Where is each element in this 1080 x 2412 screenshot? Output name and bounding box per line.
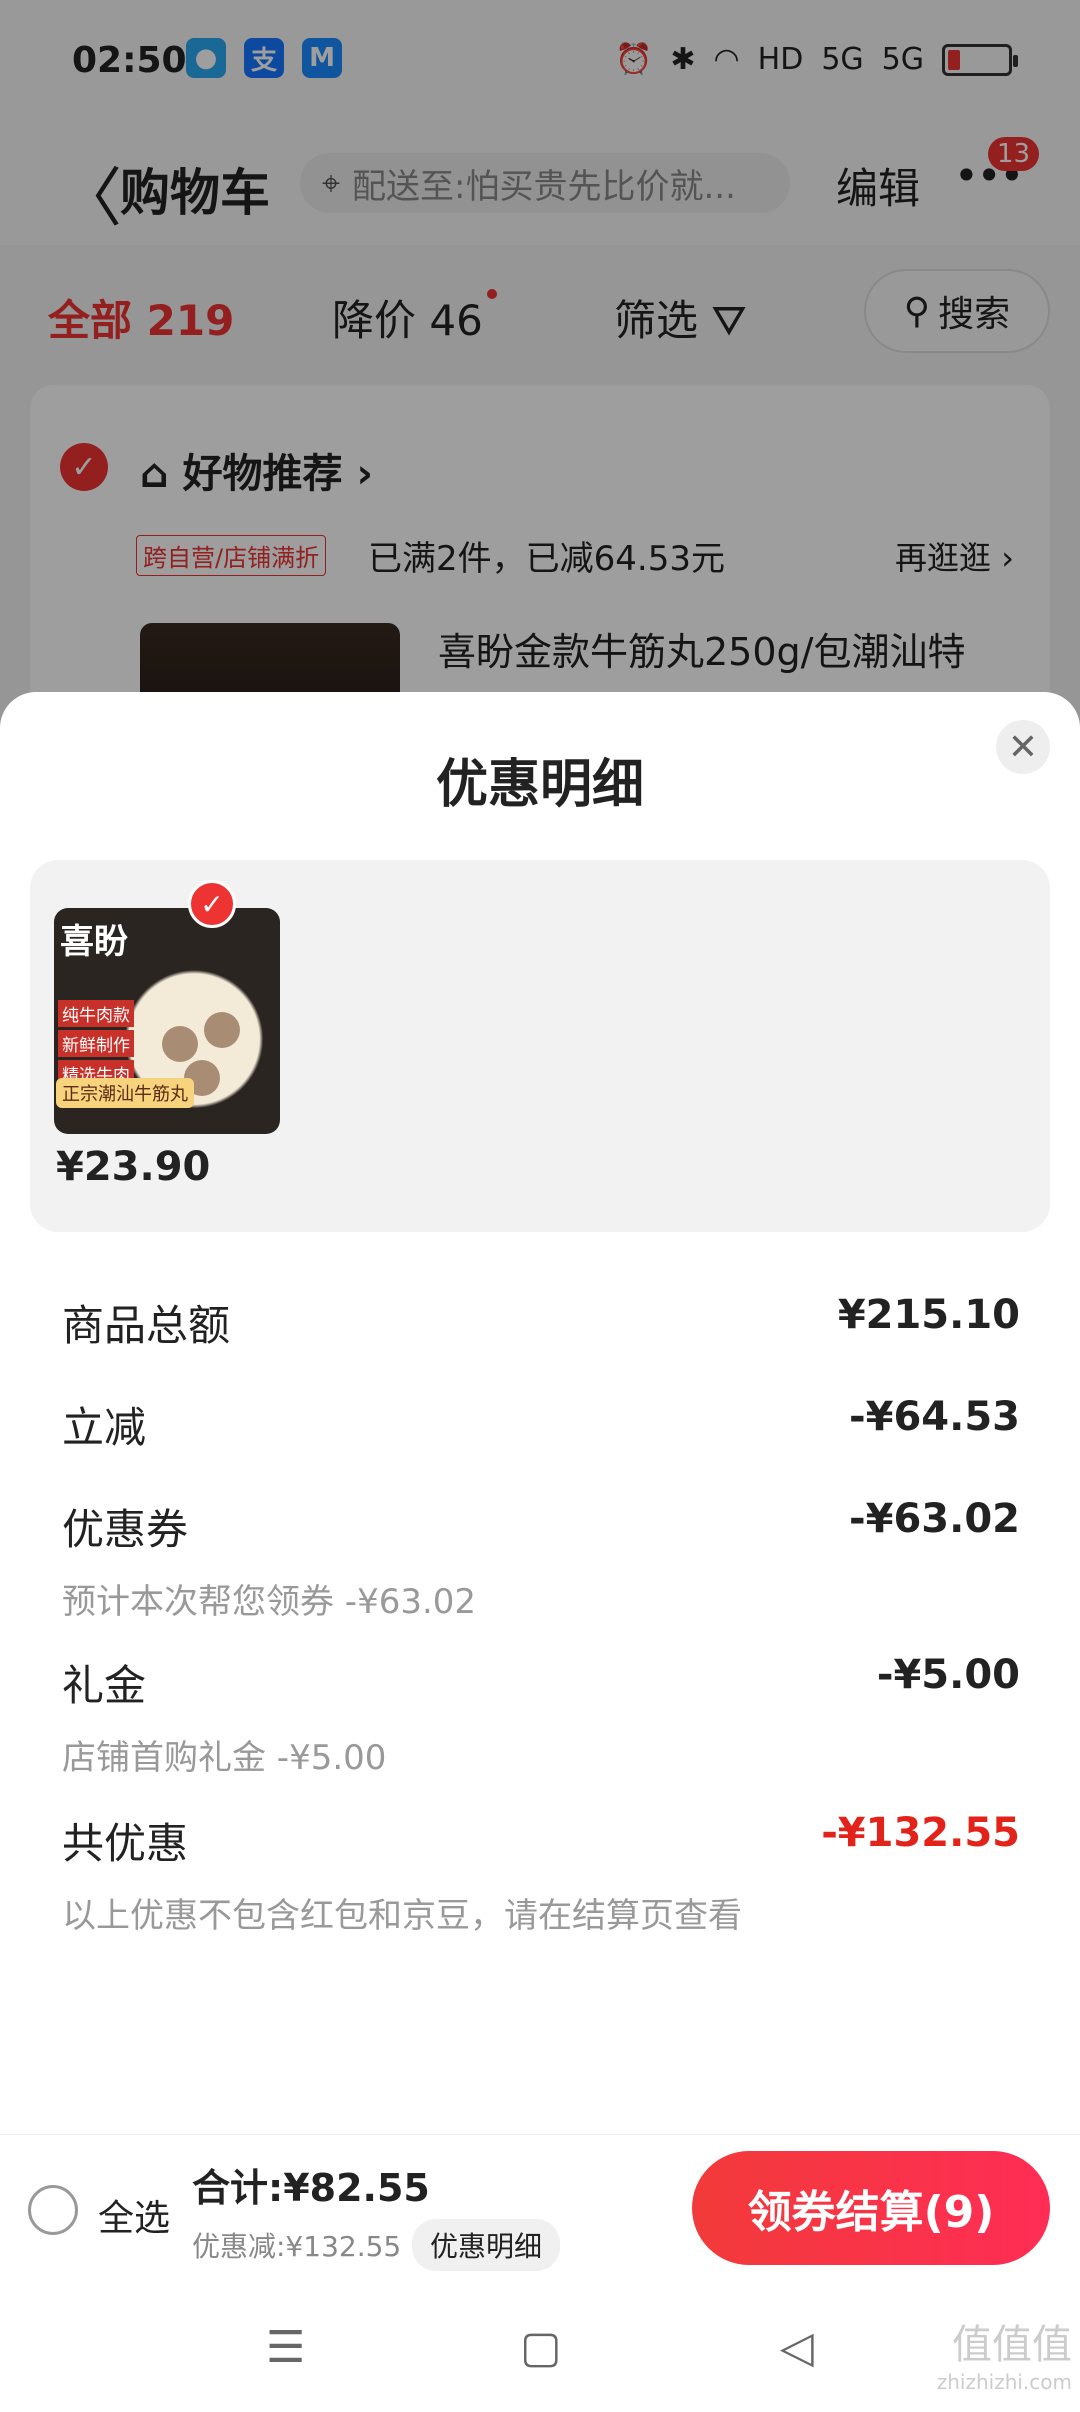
total-amount: 合计:¥82.55: [192, 2166, 430, 2210]
discount-amount: 优惠减:¥132.55: [192, 2230, 402, 2263]
checkout-bar: 全选 合计:¥82.55 优惠减:¥132.55 优惠明细 领券结算(9): [0, 2134, 1080, 2282]
select-all-checkbox[interactable]: [28, 2185, 78, 2235]
checkout-button[interactable]: 领券结算(9): [692, 2151, 1050, 2265]
product-ribbon: 正宗潮汕牛筋丸: [56, 1078, 194, 1108]
system-nav-bar: ☰ ▢ ◁ 值值值 zhizhizhi.com: [0, 2282, 1080, 2412]
back-nav-icon[interactable]: ◁: [780, 2322, 814, 2373]
product-check-icon[interactable]: ✓: [188, 880, 236, 928]
product-price: ¥23.90: [56, 1144, 211, 1190]
gift-money-value: -¥5.00: [876, 1652, 1020, 1698]
total-discount-label: 共优惠: [62, 1819, 189, 1868]
coupon-value: -¥63.02: [849, 1496, 1020, 1542]
close-icon[interactable]: ✕: [996, 720, 1050, 774]
subtotal-label: 商品总额: [62, 1301, 231, 1350]
home-icon[interactable]: ▢: [520, 2322, 562, 2373]
watermark-sub: zhizhizhi.com: [936, 2370, 1072, 2394]
watermark: 值值值 zhizhizhi.com: [937, 2312, 1072, 2394]
select-all-label[interactable]: 全选: [98, 2189, 170, 2241]
discount-detail-sheet: 优惠明细 ✕ 喜盼 纯牛肉款 新鲜制作 精选牛肉 正宗潮汕牛筋丸 ✓ ¥23.9…: [0, 692, 1080, 2134]
selected-product-box: 喜盼 纯牛肉款 新鲜制作 精选牛肉 正宗潮汕牛筋丸 ✓ ¥23.90: [30, 860, 1050, 1232]
total-discount-note: 以上优惠不包含红包和京豆，请在结算页查看: [62, 1896, 742, 1936]
product-image[interactable]: 喜盼 纯牛肉款 新鲜制作 精选牛肉 正宗潮汕牛筋丸: [54, 908, 280, 1134]
coupon-label: 优惠券: [62, 1505, 189, 1554]
product-tag: 新鲜制作: [58, 1030, 134, 1057]
total-discount-value: -¥132.55: [821, 1810, 1020, 1856]
discount-detail-button[interactable]: 优惠明细: [412, 2219, 561, 2271]
instant-discount-label: 立减: [62, 1403, 147, 1452]
product-tag: 纯牛肉款: [58, 1000, 134, 1027]
watermark-main: 值值值: [952, 2322, 1072, 2368]
sheet-title: 优惠明细: [435, 755, 644, 815]
gift-money-label: 礼金: [62, 1661, 147, 1710]
product-tags: 纯牛肉款 新鲜制作 精选牛肉: [58, 1000, 134, 1087]
product-logo: 喜盼: [60, 922, 128, 962]
coupon-note: 预计本次帮您领券 -¥63.02: [62, 1582, 477, 1622]
instant-discount-value: -¥64.53: [849, 1394, 1020, 1440]
gift-money-note: 店铺首购礼金 -¥5.00: [62, 1738, 387, 1778]
menu-icon[interactable]: ☰: [266, 2322, 305, 2373]
subtotal-value: ¥215.10: [837, 1292, 1020, 1338]
